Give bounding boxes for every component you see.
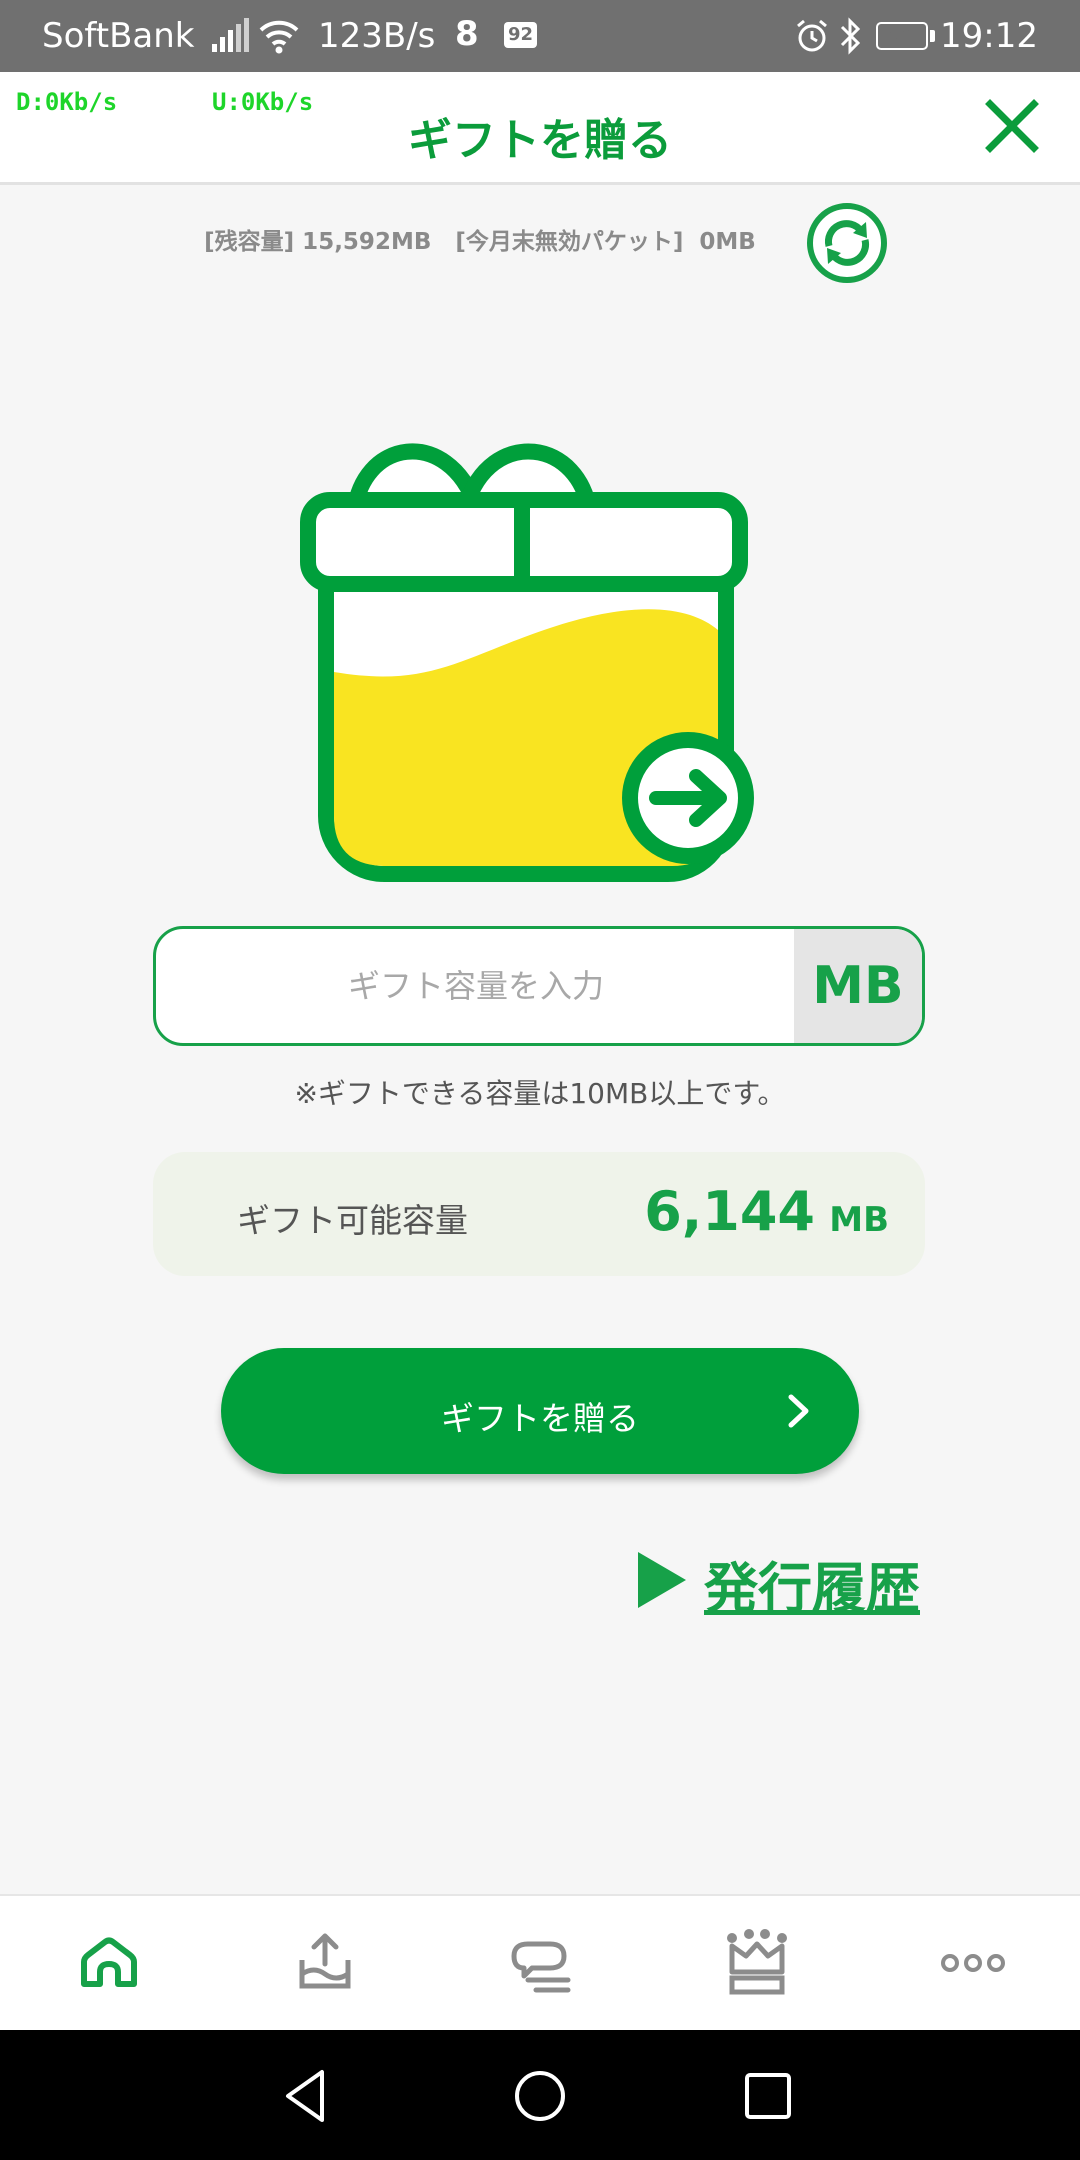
wifi-icon [259,20,299,54]
battery-tip [930,30,935,42]
send-gift-label: ギフトを贈る [441,1399,639,1438]
system-nav-bar [0,2030,1080,2160]
signal-icon [212,18,249,52]
issue-history-label: 発行履歴 [704,1557,920,1620]
app-header: D:0Kb/s U:0Kb/s ギフトを贈る [0,72,1080,185]
more-icon[interactable] [938,1928,1008,1998]
minimum-note: ※ギフトできる容量は10MB以上です。 [294,1077,786,1110]
available-capacity-unit: MB [829,1200,889,1240]
close-icon[interactable] [980,94,1044,158]
refresh-icon[interactable] [806,202,888,284]
send-gift-button[interactable]: ギフトを贈る [221,1348,859,1474]
available-capacity-value: 6,144 [644,1180,815,1243]
status-bar: SoftBank 123B/s 8 92 92 19:12 [0,0,1080,72]
play-triangle-icon [638,1552,686,1608]
unit-label: MB [794,929,922,1043]
page-title: ギフトを贈る [408,115,672,166]
notification-badge: 92 [504,22,538,48]
available-capacity-panel: ギフト可能容量 6,144 MB [153,1152,925,1276]
app-badge: 8 [455,14,479,54]
battery-icon: 92 [876,22,928,50]
home-circle-icon[interactable] [510,2066,570,2126]
gift-amount-input[interactable] [156,929,796,1043]
crown-icon[interactable] [722,1928,792,1998]
gift-amount-field: MB [153,926,925,1046]
chat-icon[interactable] [506,1928,576,1998]
recents-icon[interactable] [738,2066,798,2126]
battery-level: 92 [889,25,915,46]
carrier-name: SoftBank [42,16,195,56]
gift-box-illustration [300,443,754,882]
home-icon[interactable] [74,1928,144,1998]
back-icon[interactable] [278,2066,338,2126]
bluetooth-icon [840,17,861,55]
chevron-right-icon [788,1394,809,1428]
clock: 19:12 [940,16,1038,56]
alarm-icon [797,19,827,52]
network-speed: 123B/s [318,16,436,56]
available-capacity-label: ギフト可能容量 [237,1201,468,1240]
bottom-nav [0,1894,1080,2032]
data-charge-icon[interactable] [290,1928,360,1998]
